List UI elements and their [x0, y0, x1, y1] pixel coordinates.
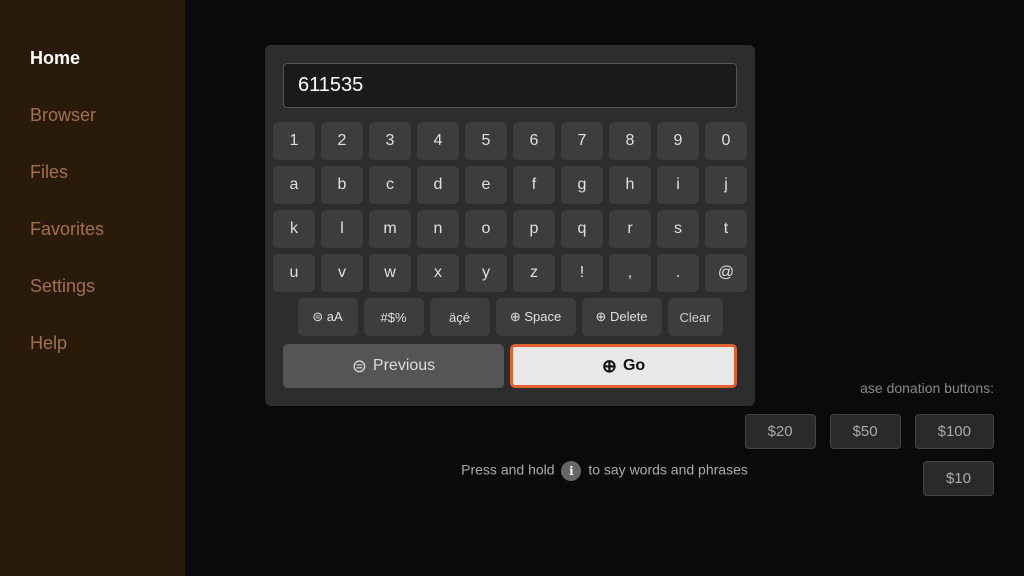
key-5[interactable]: 5 — [465, 122, 507, 160]
key-symbols[interactable]: #$% — [364, 298, 424, 336]
key-u[interactable]: u — [273, 254, 315, 292]
sidebar-item-files[interactable]: Files — [0, 144, 185, 201]
key-row-numbers: 1 2 3 4 5 6 7 8 9 0 — [283, 122, 737, 160]
key-2[interactable]: 2 — [321, 122, 363, 160]
sidebar: Home Browser Files Favorites Settings He… — [0, 0, 185, 576]
key-clear[interactable]: Clear — [668, 298, 723, 336]
key-h[interactable]: h — [609, 166, 651, 204]
key-0[interactable]: 0 — [705, 122, 747, 160]
key-4[interactable]: 4 — [417, 122, 459, 160]
key-i[interactable]: i — [657, 166, 699, 204]
keyboard-special-row: ⊜ aA #$% äçé ⊕ Space ⊕ Delete Clear — [283, 298, 737, 336]
key-d[interactable]: d — [417, 166, 459, 204]
donation-btn-20[interactable]: $20 — [745, 414, 816, 449]
key-o[interactable]: o — [465, 210, 507, 248]
key-row-k: k l m n o p q r s t — [283, 210, 737, 248]
donation-row-1: $20 $50 $100 — [745, 414, 994, 449]
key-m[interactable]: m — [369, 210, 411, 248]
key-v[interactable]: v — [321, 254, 363, 292]
key-exclaim[interactable]: ! — [561, 254, 603, 292]
key-abc[interactable]: ⊜ aA — [298, 298, 358, 336]
key-x[interactable]: x — [417, 254, 459, 292]
key-7[interactable]: 7 — [561, 122, 603, 160]
key-b[interactable]: b — [321, 166, 363, 204]
key-at[interactable]: @ — [705, 254, 747, 292]
key-k[interactable]: k — [273, 210, 315, 248]
previous-icon: ⊜ — [352, 356, 367, 377]
donation-btn-50[interactable]: $50 — [830, 414, 901, 449]
key-q[interactable]: q — [561, 210, 603, 248]
sidebar-item-favorites[interactable]: Favorites — [0, 201, 185, 258]
donation-hint-text: ase donation buttons: — [745, 380, 994, 396]
key-6[interactable]: 6 — [513, 122, 555, 160]
key-a[interactable]: a — [273, 166, 315, 204]
key-z[interactable]: z — [513, 254, 555, 292]
key-y[interactable]: y — [465, 254, 507, 292]
previous-label: Previous — [373, 357, 435, 375]
key-accents[interactable]: äçé — [430, 298, 490, 336]
keyboard-hint: Press and hold ℹ to say words and phrase… — [185, 461, 1024, 481]
key-j[interactable]: j — [705, 166, 747, 204]
key-1[interactable]: 1 — [273, 122, 315, 160]
key-p[interactable]: p — [513, 210, 555, 248]
go-button[interactable]: ⊕ Go — [510, 344, 737, 388]
key-3[interactable]: 3 — [369, 122, 411, 160]
key-c[interactable]: c — [369, 166, 411, 204]
key-period[interactable]: . — [657, 254, 699, 292]
previous-button[interactable]: ⊜ Previous — [283, 344, 504, 388]
key-9[interactable]: 9 — [657, 122, 699, 160]
keyboard-input[interactable]: 611535 — [283, 63, 737, 108]
key-g[interactable]: g — [561, 166, 603, 204]
go-icon: ⊕ — [602, 356, 617, 377]
key-comma[interactable]: , — [609, 254, 651, 292]
key-r[interactable]: r — [609, 210, 651, 248]
key-row-a: a b c d e f g h i j — [283, 166, 737, 204]
sidebar-item-browser[interactable]: Browser — [0, 87, 185, 144]
mic-icon: ℹ — [561, 461, 581, 481]
key-space[interactable]: ⊕ Space — [496, 298, 576, 336]
keyboard-nav-row: ⊜ Previous ⊕ Go — [283, 344, 737, 388]
key-t[interactable]: t — [705, 210, 747, 248]
donation-btn-100[interactable]: $100 — [915, 414, 994, 449]
key-f[interactable]: f — [513, 166, 555, 204]
go-label: Go — [623, 357, 645, 375]
sidebar-item-help[interactable]: Help — [0, 315, 185, 372]
keyboard-dialog: 611535 1 2 3 4 5 6 7 8 9 0 a b c d e f g… — [265, 45, 755, 406]
sidebar-item-home[interactable]: Home — [0, 30, 185, 87]
key-8[interactable]: 8 — [609, 122, 651, 160]
key-n[interactable]: n — [417, 210, 459, 248]
key-l[interactable]: l — [321, 210, 363, 248]
key-w[interactable]: w — [369, 254, 411, 292]
key-e[interactable]: e — [465, 166, 507, 204]
key-s[interactable]: s — [657, 210, 699, 248]
keyboard-rows: 1 2 3 4 5 6 7 8 9 0 a b c d e f g h i j … — [283, 122, 737, 292]
key-row-u: u v w x y z ! , . @ — [283, 254, 737, 292]
key-delete[interactable]: ⊕ Delete — [582, 298, 662, 336]
sidebar-item-settings[interactable]: Settings — [0, 258, 185, 315]
